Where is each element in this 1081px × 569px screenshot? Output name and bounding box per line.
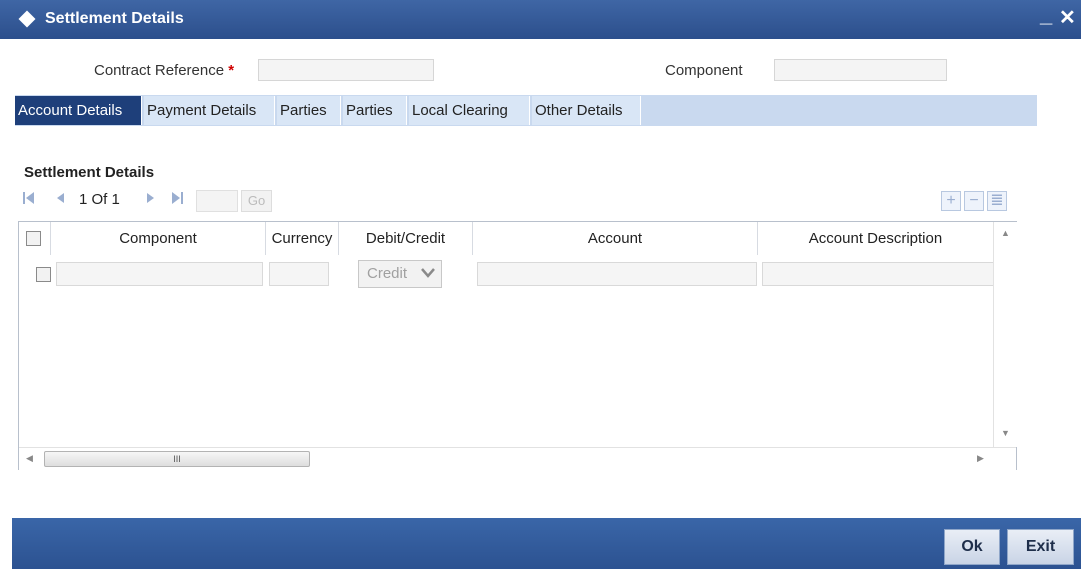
scroll-up-icon[interactable]: ▲ [1001, 228, 1010, 238]
column-header-currency[interactable]: Currency [266, 222, 339, 255]
account-cell-input[interactable] [477, 262, 757, 286]
chevron-down-icon [421, 268, 435, 278]
title-bar: Settlement Details _ ✕ [0, 0, 1081, 39]
contract-reference-label: Contract Reference * [94, 62, 235, 79]
horizontal-scrollbar[interactable]: ◀ III ▶ [19, 447, 1016, 470]
tab-payment-details[interactable]: Payment Details [144, 96, 275, 125]
tab-parties-1[interactable]: Parties [277, 96, 341, 125]
horizontal-scroll-thumb[interactable]: III [44, 451, 310, 467]
tab-local-clearing[interactable]: Local Clearing [409, 96, 530, 125]
ok-button[interactable]: Ok [944, 529, 1000, 565]
previous-page-icon[interactable] [55, 190, 65, 210]
page-number-input[interactable] [196, 190, 238, 212]
component-cell-input[interactable] [56, 262, 263, 286]
vertical-scrollbar[interactable]: ▲ ▼ [993, 222, 1017, 447]
single-view-button[interactable]: ≣ [987, 191, 1007, 211]
tab-other-details[interactable]: Other Details [532, 96, 641, 125]
first-page-icon[interactable] [23, 190, 35, 210]
select-all-header [19, 222, 51, 255]
tab-parties-2[interactable]: Parties [343, 96, 407, 125]
diamond-icon [18, 10, 36, 28]
scroll-right-icon[interactable]: ▶ [977, 453, 984, 464]
column-header-account[interactable]: Account [473, 222, 758, 255]
close-button[interactable]: ✕ [1059, 5, 1076, 30]
column-header-debit-credit[interactable]: Debit/Credit [339, 222, 473, 255]
add-row-button[interactable]: + [941, 191, 961, 211]
row-select-checkbox[interactable] [36, 267, 51, 282]
select-all-checkbox[interactable] [26, 231, 41, 246]
currency-cell-input[interactable] [269, 262, 329, 286]
minimize-button[interactable]: _ [1040, 2, 1052, 28]
page-indicator: 1 Of 1 [79, 191, 120, 208]
tab-bar: Account Details Payment Details Parties … [15, 95, 1037, 126]
scroll-left-icon[interactable]: ◀ [26, 453, 33, 464]
section-title: Settlement Details [24, 164, 155, 181]
required-marker: * [228, 62, 235, 79]
contract-reference-input[interactable] [258, 59, 434, 81]
settlement-grid: Component Currency Debit/Credit Account … [18, 221, 1017, 470]
debit-credit-value: Credit [367, 265, 408, 282]
component-label: Component [665, 62, 743, 79]
go-button[interactable]: Go [241, 190, 272, 212]
delete-row-button[interactable]: − [964, 191, 984, 211]
exit-button[interactable]: Exit [1007, 529, 1074, 565]
column-header-component[interactable]: Component [51, 222, 266, 255]
scroll-down-icon[interactable]: ▼ [1001, 428, 1010, 438]
footer-bar: Ok Exit [12, 518, 1081, 569]
window-title: Settlement Details [45, 10, 184, 27]
account-description-cell-input[interactable] [762, 262, 993, 286]
tab-account-details[interactable]: Account Details [15, 96, 142, 125]
component-input[interactable] [774, 59, 947, 81]
last-page-icon[interactable] [171, 190, 183, 210]
column-header-account-description[interactable]: Account Description [758, 222, 993, 255]
next-page-icon[interactable] [146, 190, 156, 210]
debit-credit-select[interactable]: Credit [358, 260, 442, 288]
